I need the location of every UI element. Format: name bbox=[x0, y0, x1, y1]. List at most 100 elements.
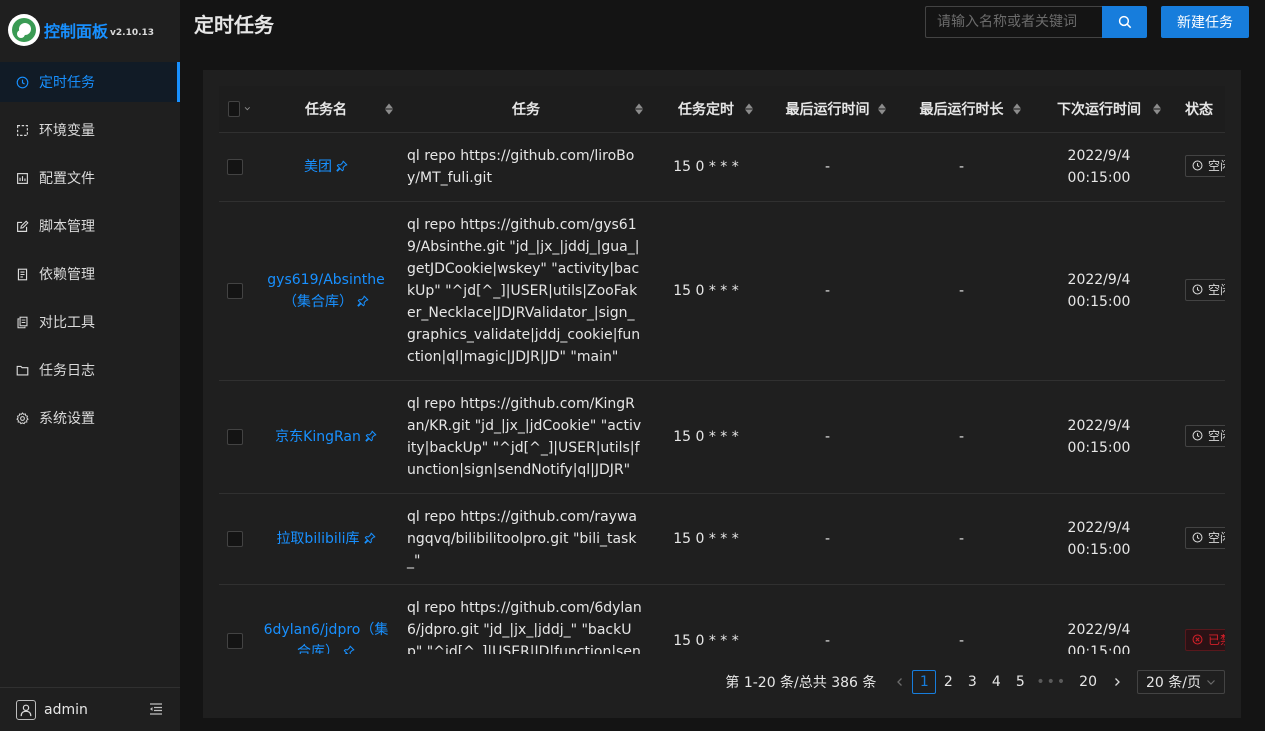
row-checkbox[interactable] bbox=[227, 282, 243, 299]
task-name-cell[interactable]: 6dylan6/jdpro（集合库） bbox=[251, 584, 401, 654]
task-status-cell: 空闲中 bbox=[1169, 493, 1225, 585]
row-select-cell bbox=[219, 201, 251, 381]
config-file-icon bbox=[17, 172, 28, 184]
task-name-link[interactable]: 6dylan6/jdpro（集合库） bbox=[264, 622, 389, 655]
table-row[interactable]: 美团 ql repo https://github.com/liroBoy/MT_… bbox=[219, 132, 1225, 202]
pagination-total: 第 1-20 条/总共 386 条 bbox=[725, 675, 877, 691]
sidebar-item-logs[interactable]: 任务日志 bbox=[0, 350, 180, 390]
edit-icon bbox=[17, 219, 29, 232]
logo-icon bbox=[8, 14, 40, 46]
column-header-status[interactable]: 状态 bbox=[1169, 86, 1225, 133]
sort-icon[interactable] bbox=[745, 103, 753, 115]
sidebar-item-label: 系统设置 bbox=[39, 411, 95, 427]
column-header-schedule[interactable]: 任务定时 bbox=[651, 86, 761, 133]
page-4[interactable]: 4 bbox=[984, 670, 1008, 694]
status-badge: 空闲中 bbox=[1185, 424, 1225, 447]
sort-icon[interactable] bbox=[878, 103, 886, 115]
task-next-run: 2022/9/4 00:15:00 bbox=[1029, 380, 1169, 494]
task-table-wrapper[interactable]: 任务名 任务 任务定时 最后运行时间 最后运行时长 下次运行时间 状态 美团 ql… bbox=[219, 86, 1225, 654]
task-schedule: 15 0 * * * bbox=[651, 584, 761, 654]
column-label: 状态 bbox=[1185, 101, 1213, 118]
pin-icon bbox=[336, 160, 348, 172]
task-last-run: - bbox=[761, 493, 894, 585]
row-checkbox[interactable] bbox=[227, 428, 243, 445]
column-header-next-run[interactable]: 下次运行时间 bbox=[1029, 86, 1169, 133]
row-checkbox[interactable] bbox=[227, 158, 243, 175]
column-header-last-run[interactable]: 最后运行时间 bbox=[761, 86, 894, 133]
sidebar-item-dependencies[interactable]: 依赖管理 bbox=[0, 254, 180, 294]
sidebar-menu: 定时任务 环境变量 配置文件 脚本管理 依赖管理 对比工具 任务日志 系统设置 bbox=[0, 62, 180, 446]
sidebar-item-label: 定时任务 bbox=[39, 75, 95, 91]
search-input[interactable] bbox=[925, 6, 1102, 38]
task-name-cell[interactable]: 拉取bilibili库 bbox=[251, 493, 401, 585]
search-icon bbox=[1118, 15, 1131, 29]
column-header-name[interactable]: 任务名 bbox=[251, 86, 401, 133]
task-name-cell[interactable]: 美团 bbox=[251, 132, 401, 202]
clock-icon bbox=[1192, 430, 1203, 441]
task-name-cell[interactable]: gys619/Absinthe（集合库） bbox=[251, 201, 401, 381]
status-text: 空闲中 bbox=[1208, 428, 1225, 443]
sort-icon[interactable] bbox=[385, 103, 393, 115]
sidebar-item-env[interactable]: 环境变量 bbox=[0, 110, 180, 150]
sidebar-item-settings[interactable]: 系统设置 bbox=[0, 398, 180, 438]
menu-fold-icon[interactable] bbox=[148, 701, 164, 717]
task-name-link[interactable]: 京东KingRan bbox=[275, 429, 361, 445]
sort-icon[interactable] bbox=[635, 103, 643, 115]
page-2[interactable]: 2 bbox=[936, 670, 960, 694]
close-circle-icon bbox=[1192, 634, 1203, 645]
task-last-duration: - bbox=[894, 380, 1029, 494]
task-name-link[interactable]: 美团 bbox=[304, 159, 332, 175]
page-last[interactable]: 20 bbox=[1075, 670, 1101, 694]
logo[interactable]: 控制面板 v2.10.13 bbox=[8, 13, 154, 47]
row-checkbox[interactable] bbox=[227, 530, 243, 547]
page-size-select[interactable]: 20 条/页 bbox=[1137, 670, 1225, 694]
select-all-checkbox[interactable] bbox=[228, 100, 241, 117]
new-task-button[interactable]: 新建任务 bbox=[1161, 6, 1249, 38]
sidebar-item-crontab[interactable]: 定时任务 bbox=[0, 62, 180, 102]
variable-icon bbox=[17, 124, 28, 136]
next-page-button[interactable] bbox=[1105, 670, 1129, 694]
column-header-command[interactable]: 任务 bbox=[401, 86, 651, 133]
sidebar-item-diff[interactable]: 对比工具 bbox=[0, 302, 180, 342]
username: admin bbox=[44, 701, 88, 718]
sidebar-item-config[interactable]: 配置文件 bbox=[0, 158, 180, 198]
task-name-cell[interactable]: 京东KingRan bbox=[251, 380, 401, 494]
column-label: 最后运行时间 bbox=[785, 101, 870, 118]
task-last-run: - bbox=[761, 201, 894, 381]
user-bar[interactable]: admin bbox=[0, 687, 180, 731]
page-jump-next[interactable]: ••• bbox=[1032, 670, 1071, 694]
search-box bbox=[925, 6, 1147, 38]
column-label: 最后运行时长 bbox=[919, 101, 1004, 118]
search-button[interactable] bbox=[1102, 6, 1147, 38]
task-command: ql repo https://github.com/liroBoy/MT_fu… bbox=[401, 132, 651, 202]
table-row[interactable]: gys619/Absinthe（集合库） ql repo https://gith… bbox=[219, 201, 1225, 381]
table-row[interactable]: 拉取bilibili库 ql repo https://github.com/ra… bbox=[219, 493, 1225, 585]
column-header-last-duration[interactable]: 最后运行时长 bbox=[894, 86, 1029, 133]
status-text: 空闲中 bbox=[1208, 282, 1225, 297]
row-checkbox[interactable] bbox=[227, 632, 243, 649]
table-row[interactable]: 6dylan6/jdpro（集合库） ql repo https://github… bbox=[219, 584, 1225, 654]
task-table-card: 任务名 任务 任务定时 最后运行时间 最后运行时长 下次运行时间 状态 美团 ql… bbox=[203, 70, 1241, 718]
prev-page-button[interactable] bbox=[888, 670, 912, 694]
table-header-row: 任务名 任务 任务定时 最后运行时间 最后运行时长 下次运行时间 状态 bbox=[219, 86, 1225, 133]
sort-icon[interactable] bbox=[1153, 103, 1161, 115]
table-row[interactable]: 京东KingRan ql repo https://github.com/King… bbox=[219, 380, 1225, 494]
sort-icon[interactable] bbox=[1013, 103, 1021, 115]
user-icon bbox=[20, 704, 32, 716]
task-next-run: 2022/9/4 00:15:00 bbox=[1029, 493, 1169, 585]
app-root: 控制面板 v2.10.13 定时任务 环境变量 配置文件 脚本管理 依赖管理 对… bbox=[0, 0, 1265, 731]
task-name-link[interactable]: 拉取bilibili库 bbox=[276, 531, 359, 547]
chevron-down-icon[interactable] bbox=[244, 104, 251, 113]
avatar[interactable] bbox=[16, 699, 36, 720]
task-next-run: 2022/9/4 00:15:00 bbox=[1029, 201, 1169, 381]
pin-icon bbox=[357, 295, 369, 307]
pin-icon bbox=[363, 532, 375, 544]
sidebar-item-scripts[interactable]: 脚本管理 bbox=[0, 206, 180, 246]
page-3[interactable]: 3 bbox=[960, 670, 984, 694]
status-text: 已禁用 bbox=[1208, 632, 1225, 647]
sidebar: 控制面板 v2.10.13 定时任务 环境变量 配置文件 脚本管理 依赖管理 对… bbox=[0, 0, 180, 731]
sidebar-item-label: 环境变量 bbox=[39, 123, 95, 139]
page-1[interactable]: 1 bbox=[912, 670, 937, 694]
status-badge: 空闲中 bbox=[1185, 154, 1225, 177]
page-5[interactable]: 5 bbox=[1008, 670, 1032, 694]
